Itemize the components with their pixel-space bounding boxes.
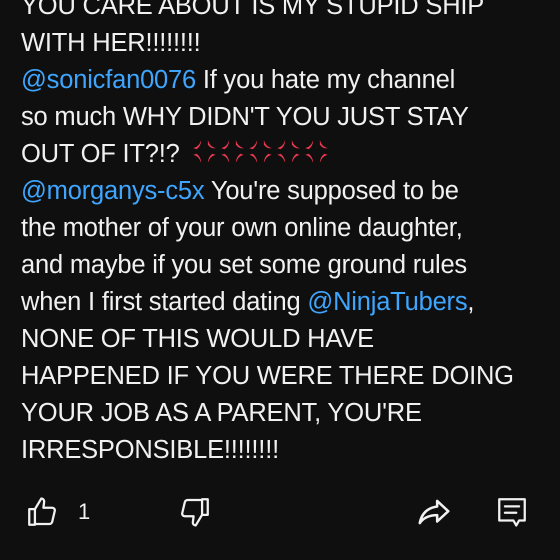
comment-text-fragment: OUT OF IT?!? xyxy=(21,140,187,168)
anger-emoji-row xyxy=(191,138,330,165)
share-button[interactable] xyxy=(414,492,454,532)
comment-text-fragment: If you hate my channel xyxy=(196,66,456,94)
share-icon xyxy=(418,499,450,525)
comment-text-fragment: when I first started dating xyxy=(21,288,308,316)
anger-symbol-icon xyxy=(220,140,244,163)
comment-line: when I first started dating @NinjaTubers… xyxy=(21,284,551,321)
comment-text-fragment: You're supposed to be xyxy=(204,177,459,205)
comment-line: HAPPENED IF YOU WERE THERE DOING xyxy=(21,362,514,390)
like-button[interactable] xyxy=(22,492,62,532)
comment-line: @sonicfan0076 If you hate my channel xyxy=(21,62,551,99)
anger-symbol-icon xyxy=(304,140,328,163)
comment-line: so much WHY DIDN'T YOU JUST STAY xyxy=(21,103,469,131)
mention-link-ninjatubers[interactable]: @NinjaTubers xyxy=(307,288,467,316)
anger-symbol-icon xyxy=(192,140,216,163)
mention-link-sonicfan0076[interactable]: @sonicfan0076 xyxy=(21,66,196,94)
comment-line: WITH HER!!!!!!!! xyxy=(21,29,201,57)
reply-comment-icon xyxy=(498,498,526,527)
comment-line: NONE OF THIS WOULD HAVE xyxy=(21,325,374,353)
comment-text-fragment: , xyxy=(467,288,475,316)
mention-link-morganys[interactable]: @morganys-c5x xyxy=(21,177,205,205)
comment-line: the mother of your own online daughter, xyxy=(21,214,463,242)
comment-line: @morganys-c5x You're supposed to be xyxy=(21,173,551,210)
comment-text: YOU CARE ABOUT IS MY STUPID SHIP WITH HE… xyxy=(21,0,551,469)
comment-action-bar: 1 xyxy=(0,492,560,536)
thumbs-down-icon xyxy=(181,498,209,527)
reply-button[interactable] xyxy=(492,492,532,532)
dislike-button[interactable] xyxy=(175,492,215,532)
like-count: 1 xyxy=(78,499,91,524)
comment-line: IRRESPONSIBLE!!!!!!!! xyxy=(21,436,279,464)
thumbs-up-icon xyxy=(28,497,56,526)
comment-line: and maybe if you set some ground rules xyxy=(21,251,467,279)
anger-symbol-icon xyxy=(248,140,272,163)
comment-line: OUT OF IT?!? xyxy=(21,136,551,173)
comment-line: YOUR JOB AS A PARENT, YOU'RE xyxy=(21,399,422,427)
anger-symbol-icon xyxy=(276,140,300,163)
comment-line: YOU CARE ABOUT IS MY STUPID SHIP xyxy=(21,0,485,20)
